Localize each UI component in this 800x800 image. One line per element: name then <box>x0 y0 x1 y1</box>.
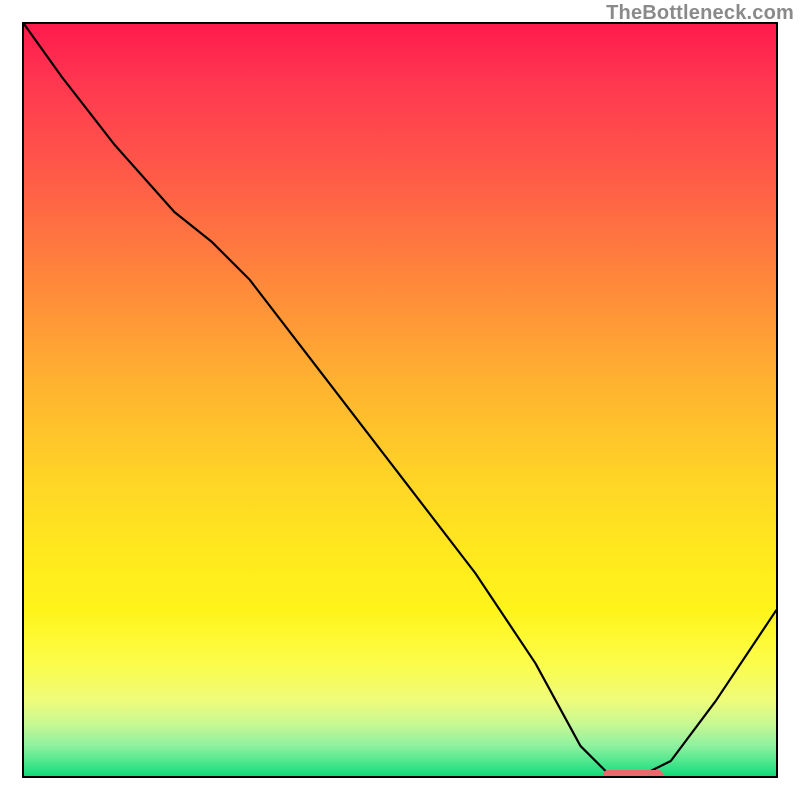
plot-area <box>22 22 778 778</box>
chart-frame: TheBottleneck.com <box>0 0 800 800</box>
bottleneck-curve <box>24 24 776 776</box>
optimal-marker <box>603 770 663 776</box>
chart-svg <box>24 24 776 776</box>
